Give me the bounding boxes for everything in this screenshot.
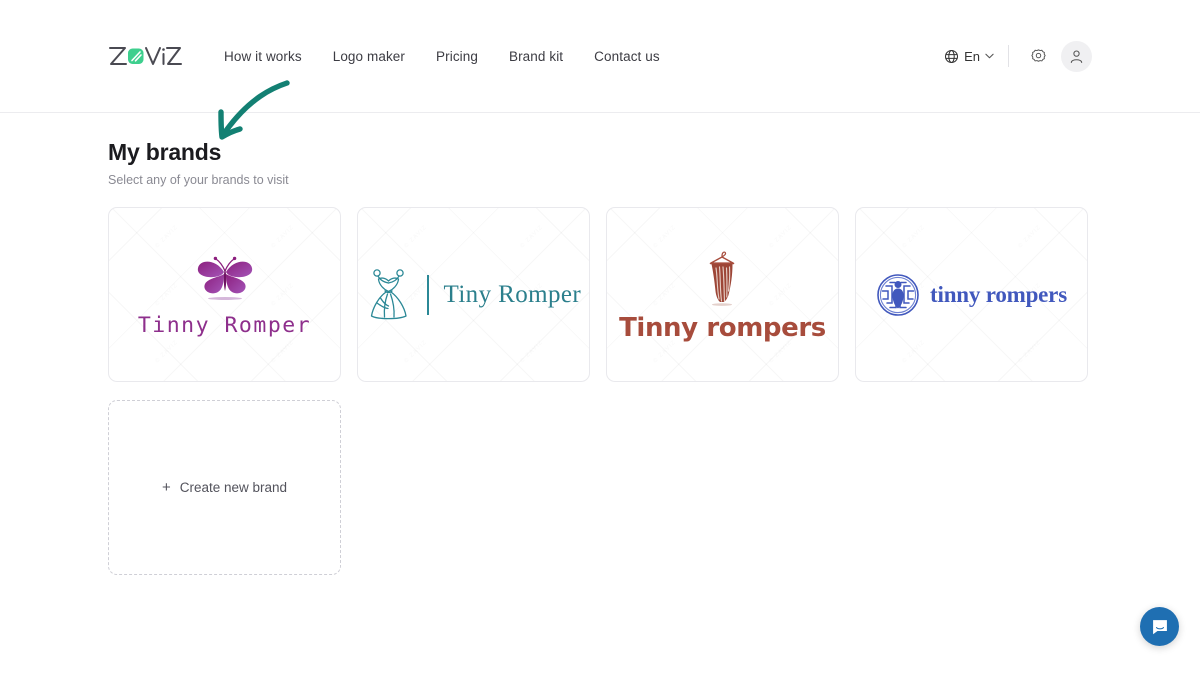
create-new-brand-card[interactable]: + Create new brand xyxy=(108,400,341,575)
brand-name: Tinny Romper xyxy=(137,313,312,338)
brand-card-tiny-romper-dress[interactable]: © ZAVIZ © ZAVIZ © ZAVIZ © ZAVIZ © ZAVIZ … xyxy=(357,207,590,382)
page-subtitle: Select any of your brands to visit xyxy=(108,173,289,187)
brand-card-tinny-rompers-emblem[interactable]: © ZAVIZ © ZAVIZ © ZAVIZ © ZAVIZ © ZAVIZ … xyxy=(855,207,1088,382)
user-avatar-icon xyxy=(1070,49,1083,63)
create-brand-row: + Create new brand xyxy=(108,400,1092,575)
dress-icon xyxy=(370,268,407,319)
header-actions: En xyxy=(944,40,1092,72)
nav-item-brand-kit[interactable]: Brand kit xyxy=(509,49,563,64)
page-title: My brands xyxy=(108,139,222,165)
site-header: How it works Logo maker Pricing Brand ki… xyxy=(0,0,1200,113)
brand-name: Tinny rompers xyxy=(619,312,826,343)
settings-button[interactable] xyxy=(1023,41,1053,71)
brand-name: tinny rompers xyxy=(930,281,1067,307)
main-content: My brands Select any of your brands to v… xyxy=(0,80,1200,575)
brand-card-tinny-romper-butterfly[interactable]: © ZAVIZ © ZAVIZ © ZAVIZ © ZAVIZ © ZAVIZ … xyxy=(108,207,341,382)
butterfly-icon xyxy=(197,256,252,300)
gear-icon xyxy=(1030,48,1046,62)
nav-item-logo-maker[interactable]: Logo maker xyxy=(333,49,405,64)
chat-launcher-button[interactable] xyxy=(1140,607,1179,646)
brand-card-tinny-rompers-hanger[interactable]: © ZAVIZ © ZAVIZ © ZAVIZ © ZAVIZ © ZAVIZ … xyxy=(606,207,839,382)
create-new-brand-label: Create new brand xyxy=(179,480,288,495)
zaviz-logo[interactable] xyxy=(108,43,182,69)
chat-bubble-icon xyxy=(1152,619,1167,634)
nav-item-contact-us[interactable]: Contact us xyxy=(594,49,660,64)
logo-divider xyxy=(426,274,429,315)
nav-item-pricing[interactable]: Pricing xyxy=(436,49,478,64)
nav-item-how-it-works[interactable]: How it works xyxy=(224,49,302,64)
zaviz-logo-icon xyxy=(109,47,182,65)
language-label: En xyxy=(964,48,980,64)
brand-card-grid: © ZAVIZ © ZAVIZ © ZAVIZ © ZAVIZ © ZAVIZ … xyxy=(108,207,1108,382)
language-selector[interactable]: En xyxy=(944,49,1008,64)
plus-icon: + xyxy=(161,479,171,496)
account-avatar-button[interactable] xyxy=(1061,40,1092,72)
hanger-garment-icon xyxy=(710,250,735,306)
brand-name: Tiny Romper xyxy=(443,280,582,308)
main-nav: How it works Logo maker Pricing Brand ki… xyxy=(224,49,660,64)
chevron-down-icon xyxy=(985,53,994,59)
globe-icon xyxy=(945,49,959,63)
labyrinth-baby-icon xyxy=(877,273,919,316)
header-divider xyxy=(1008,45,1009,67)
